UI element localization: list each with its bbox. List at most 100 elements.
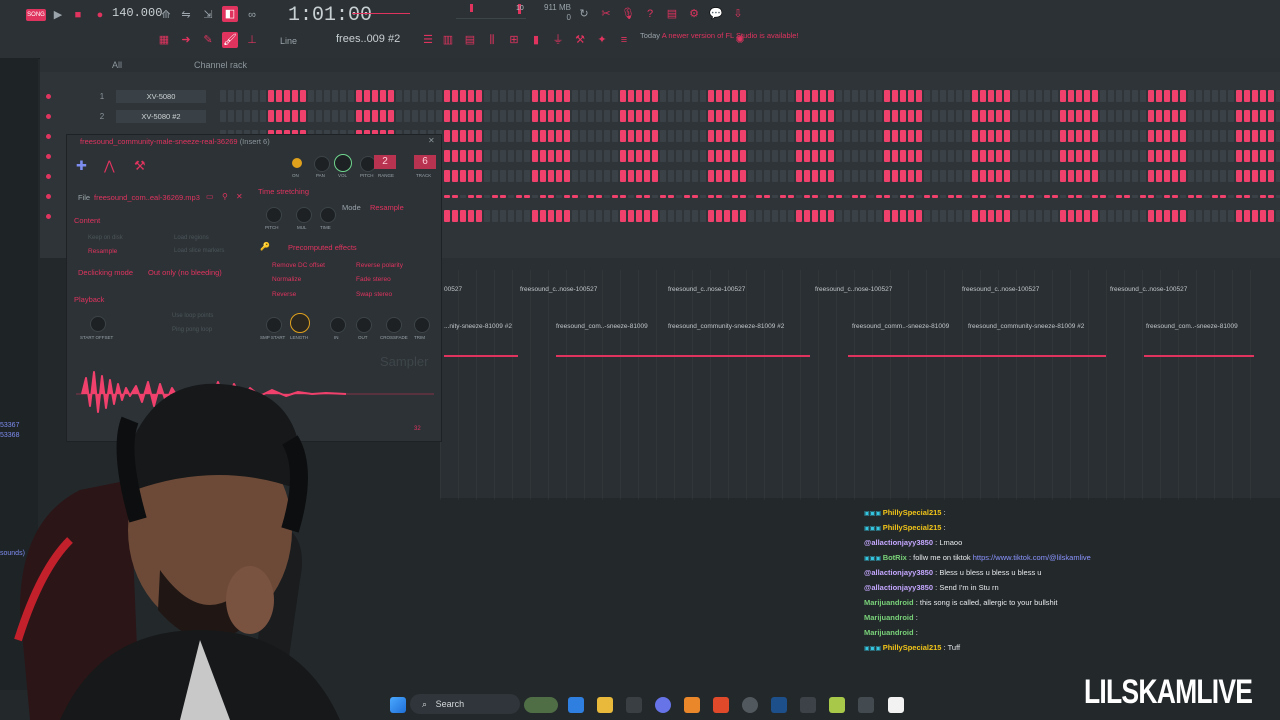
step-button[interactable] [916,195,922,198]
download-icon[interactable]: ⇩ [730,6,746,22]
step-button[interactable] [404,90,410,102]
rack-filter[interactable]: All [112,60,122,70]
step-button[interactable] [660,150,666,162]
step-button[interactable] [388,90,394,102]
step-button[interactable] [332,110,338,122]
step-button[interactable] [668,170,674,182]
step-button[interactable] [1068,170,1074,182]
link-icon[interactable]: ⚲ [222,192,228,201]
step-button[interactable] [980,90,986,102]
step-button[interactable] [572,170,578,182]
step-button[interactable] [500,130,506,142]
step-button[interactable] [1012,90,1018,102]
use-loop-points-option[interactable]: Use loop points [172,313,213,319]
step-button[interactable] [468,90,474,102]
step-button[interactable] [988,150,994,162]
step-button[interactable] [604,195,610,198]
step-button[interactable] [428,110,434,122]
step-button[interactable] [932,170,938,182]
step-button[interactable] [924,90,930,102]
step-button[interactable] [1188,195,1194,198]
crossfade-knob[interactable] [386,317,402,333]
folder-icon[interactable]: ▭ [206,192,214,201]
step-button[interactable] [972,90,978,102]
step-button[interactable] [468,110,474,122]
step-button[interactable] [284,110,290,122]
step-button[interactable] [580,210,586,222]
step-button[interactable] [748,195,754,198]
step-button[interactable] [684,195,690,198]
step-button[interactable] [916,130,922,142]
step-button[interactable] [932,195,938,198]
step-button[interactable] [1044,150,1050,162]
step-button[interactable] [1084,210,1090,222]
step-button[interactable] [268,90,274,102]
step-button[interactable] [1220,195,1226,198]
step-button[interactable] [628,210,634,222]
step-button[interactable] [884,110,890,122]
step-button[interactable] [852,90,858,102]
pencil-icon[interactable]: ✎ [200,32,216,48]
step-button[interactable] [764,110,770,122]
step-button[interactable] [1228,150,1234,162]
step-button[interactable] [476,90,482,102]
step-button[interactable] [452,210,458,222]
step-button[interactable] [884,90,890,102]
step-button[interactable] [860,150,866,162]
step-button[interactable] [1092,110,1098,122]
step-button[interactable] [748,90,754,102]
step-button[interactable] [692,90,698,102]
step-button[interactable] [1052,150,1058,162]
step-button[interactable] [876,170,882,182]
step-button[interactable] [484,170,490,182]
step-button[interactable] [484,150,490,162]
step-button[interactable] [660,110,666,122]
step-button[interactable] [1028,195,1034,198]
step-button[interactable] [452,110,458,122]
step-button[interactable] [908,210,914,222]
step-button[interactable] [508,170,514,182]
step-button[interactable] [316,110,322,122]
step-button[interactable] [764,130,770,142]
step-button[interactable] [1180,210,1186,222]
chat-username[interactable]: BotRix [883,553,907,562]
step-button[interactable] [1124,130,1130,142]
step-button[interactable] [828,195,834,198]
step-button[interactable] [460,150,466,162]
step-button[interactable] [420,110,426,122]
playlist-grid[interactable] [440,270,1256,500]
step-button[interactable] [676,90,682,102]
step-button[interactable] [492,150,498,162]
step-button[interactable] [1228,170,1234,182]
chat-username[interactable]: PhillySpecial215 [883,643,942,652]
step-button[interactable] [812,90,818,102]
step-button[interactable] [588,195,594,198]
step-button[interactable] [1212,130,1218,142]
step-button[interactable] [596,170,602,182]
step-button[interactable] [1172,130,1178,142]
step-button[interactable] [468,210,474,222]
step-button[interactable] [1132,110,1138,122]
step-button[interactable] [1100,110,1106,122]
step-button[interactable] [700,130,706,142]
step-button[interactable] [708,195,714,198]
step-button[interactable] [796,170,802,182]
step-button[interactable] [644,90,650,102]
step-button[interactable] [572,90,578,102]
step-button[interactable] [1100,150,1106,162]
step-button[interactable] [636,150,642,162]
step-button[interactable] [924,195,930,198]
step-button[interactable] [428,90,434,102]
step-button[interactable] [1084,130,1090,142]
step-button[interactable] [516,90,522,102]
step-button[interactable] [980,195,986,198]
step-button[interactable] [540,195,546,198]
step-button[interactable] [540,110,546,122]
step-button[interactable] [1212,170,1218,182]
step-button[interactable] [1148,110,1154,122]
step-button[interactable] [1140,210,1146,222]
step-button[interactable] [716,195,722,198]
weather-widget-icon[interactable] [524,697,558,713]
step-button[interactable] [868,195,874,198]
step-button[interactable] [1116,150,1122,162]
